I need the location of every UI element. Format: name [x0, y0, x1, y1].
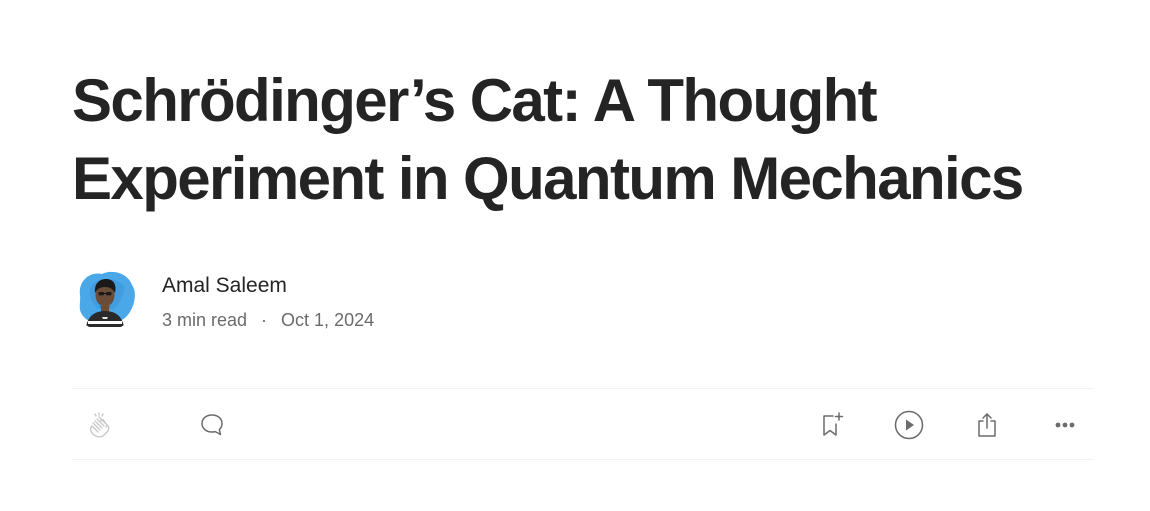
play-circle-icon: [894, 410, 924, 440]
listen-button[interactable]: [891, 407, 927, 443]
response-button[interactable]: [194, 407, 230, 443]
clap-icon: [89, 412, 110, 438]
save-button[interactable]: [813, 407, 849, 443]
share-button[interactable]: [969, 407, 1005, 443]
article-header: Schrödinger’s Cat: A Thought Experiment …: [72, 62, 1093, 218]
author-info: Amal Saleem 3 min read · Oct 1, 2024: [162, 265, 374, 332]
author-avatar[interactable]: [72, 265, 138, 331]
clap-button[interactable]: [82, 407, 118, 443]
read-time: 3 min read: [162, 310, 248, 330]
comment-icon: [201, 414, 223, 436]
bookmark-add-icon: [823, 412, 844, 436]
author-name[interactable]: Amal Saleem: [162, 272, 374, 300]
byline: Amal Saleem 3 min read · Oct 1, 2024: [72, 265, 374, 335]
meta-separator: ·: [261, 310, 268, 330]
more-horizontal-icon: [1055, 422, 1075, 428]
avatar-image: [72, 265, 138, 331]
share-icon: [978, 413, 996, 437]
article-meta: 3 min read · Oct 1, 2024: [162, 308, 374, 332]
publish-date: Oct 1, 2024: [281, 310, 375, 330]
more-options-button[interactable]: [1047, 407, 1083, 443]
article-title: Schrödinger’s Cat: A Thought Experiment …: [72, 67, 1024, 212]
article-action-bar: [72, 388, 1093, 460]
